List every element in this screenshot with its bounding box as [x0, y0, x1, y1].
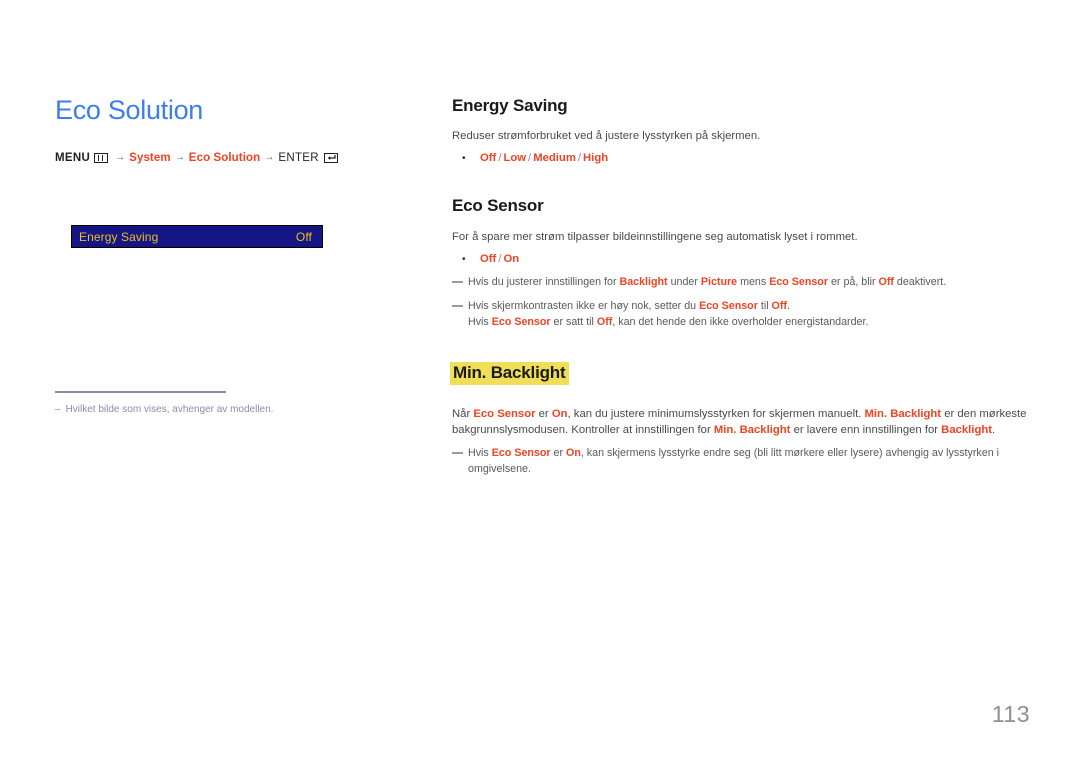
option-value: Low [503, 152, 527, 165]
right-column: Energy Saving Reduser strømforbruket ved… [450, 96, 1032, 478]
note-body: Hvis du justerer innstillingen for Backl… [468, 275, 1032, 291]
keyword-term: Eco Sensor [491, 447, 551, 460]
footnote-dash: – [55, 403, 61, 415]
breadcrumb-arrow-2: → [174, 152, 185, 164]
breadcrumb-step-system[interactable]: System [129, 152, 171, 164]
note-body: Hvis Eco Sensor er On, kan skjermens lys… [468, 446, 1032, 477]
section-eco-sensor: Eco Sensor For å spare mer strøm tilpass… [452, 196, 1032, 330]
option-bullet-row: • Off / Low / Medium / High [452, 151, 1032, 167]
note-dash-icon [452, 281, 463, 284]
section-heading: Energy Saving [452, 96, 568, 115]
note-text: Hvis du justerer innstillingen for Backl… [468, 276, 946, 288]
enter-return-icon [323, 152, 338, 163]
section-energy-saving: Energy Saving Reduser strømforbruket ved… [452, 96, 1032, 167]
breadcrumb-arrow-3: → [264, 152, 275, 164]
section-description: Reduser strømforbruket ved å justere lys… [452, 130, 761, 143]
breadcrumb-menu-label: MENU [55, 151, 91, 164]
option-list: Off / Low / Medium / High [480, 151, 608, 167]
text-run: Hvis du justerer innstillingen for [468, 276, 620, 289]
text-run: deaktivert. [893, 276, 947, 289]
footnote-divider [55, 391, 226, 393]
breadcrumb-arrow-1: → [115, 152, 126, 164]
note-row: Hvis du justerer innstillingen for Backl… [452, 275, 1032, 291]
keyword-term: Backlight [941, 424, 993, 437]
option-value: Off [480, 252, 497, 265]
option-value: On [503, 252, 520, 265]
section-heading: Eco Sensor [452, 196, 544, 216]
text-run: . [992, 424, 996, 437]
note-row: Hvis skjermkontrasten ikke er høy nok, s… [452, 299, 1032, 330]
option-separator: / [577, 152, 582, 165]
notes-group: Hvis Eco Sensor er On, kan skjermens lys… [452, 446, 1032, 477]
option-value: High [583, 152, 609, 165]
breadcrumb-step-eco-solution[interactable]: Eco Solution [189, 152, 260, 164]
footnote-line: – Hvilket bilde som vises, avhenger av m… [55, 403, 385, 417]
left-column: Eco Solution MENU → System → Eco Solutio… [55, 95, 395, 164]
option-value: Medium [533, 152, 576, 165]
keyword-term: Min. Backlight [864, 408, 942, 421]
keyword-term: Backlight [619, 276, 668, 289]
keyword-term: Eco Sensor [699, 299, 758, 312]
section-min-backlight: Min. Backlight Når Eco Sensor er On, kan… [450, 362, 1032, 477]
breadcrumb: MENU → System → Eco Solution → ENTER [55, 152, 395, 164]
osd-menu-value: Off [295, 229, 312, 244]
section-description: For å spare mer strøm tilpasser bildeinn… [452, 230, 858, 243]
option-value: Off [480, 152, 497, 165]
text-run: er [535, 408, 552, 421]
breadcrumb-enter-label: ENTER [278, 151, 319, 164]
note-row: Hvis Eco Sensor er On, kan skjermens lys… [452, 446, 1032, 477]
text-run: er satt til [550, 315, 597, 328]
text-run: Hvis skjermkontrasten ikke er høy nok, s… [468, 299, 700, 312]
keyword-term: Eco Sensor [491, 315, 551, 328]
note-dash-icon [452, 452, 463, 455]
note-text: Hvis Eco Sensor er On, kan skjermens lys… [468, 447, 999, 475]
text-run: under [667, 276, 701, 289]
osd-menu-row-energy-saving[interactable]: Energy Saving Off [71, 225, 323, 248]
keyword-term: Eco Sensor [769, 276, 828, 289]
option-bullet-row: • Off / On [452, 252, 1032, 268]
note-dash-icon [452, 304, 463, 307]
text-run: Hvis [468, 447, 492, 460]
text-run: . [786, 299, 790, 312]
section-heading: Min. Backlight [450, 362, 570, 386]
keyword-term: Eco Sensor [473, 408, 536, 421]
text-run: er [550, 447, 567, 460]
note-subtext: Hvis Eco Sensor er satt til Off, kan det… [468, 315, 1032, 331]
keyword-term: Min. Backlight [713, 424, 791, 437]
text-run: mens [737, 276, 770, 289]
bullet-dot-icon: • [462, 153, 466, 165]
option-list: Off / On [480, 252, 519, 268]
bullet-dot-icon: • [462, 253, 466, 265]
note-body: Hvis skjermkontrasten ikke er høy nok, s… [468, 299, 1032, 330]
page-title: Eco Solution [55, 95, 203, 125]
menu-grid-icon [94, 152, 109, 163]
keyword-term: Off [878, 276, 894, 289]
text-run: , kan det hende den ikke overholder ener… [612, 315, 869, 328]
keyword-term: Picture [700, 276, 738, 289]
section-body: Når Eco Sensor er On, kan du justere min… [452, 406, 1032, 438]
keyword-term: On [566, 447, 581, 460]
keyword-term: On [551, 408, 568, 421]
page-number: 113 [991, 701, 1030, 727]
text-run: Hvis [468, 315, 492, 328]
text-run: Når [452, 408, 474, 421]
notes-group: Hvis du justerer innstillingen for Backl… [452, 275, 1032, 330]
keyword-term: Off [771, 299, 787, 312]
note-text: Hvis skjermkontrasten ikke er høy nok, s… [468, 300, 790, 312]
text-run: er lavere enn innstillingen for [790, 424, 942, 437]
left-footnote: – Hvilket bilde som vises, avhenger av m… [55, 391, 385, 417]
text-run: til [757, 299, 772, 312]
osd-menu-label: Energy Saving [79, 229, 159, 244]
text-run: er på, blir [828, 276, 879, 289]
footnote-text: Hvilket bilde som vises, avhenger av mod… [65, 403, 274, 415]
keyword-term: Off [596, 315, 613, 328]
text-run: , kan du justere minimumslysstyrken for … [567, 408, 865, 421]
